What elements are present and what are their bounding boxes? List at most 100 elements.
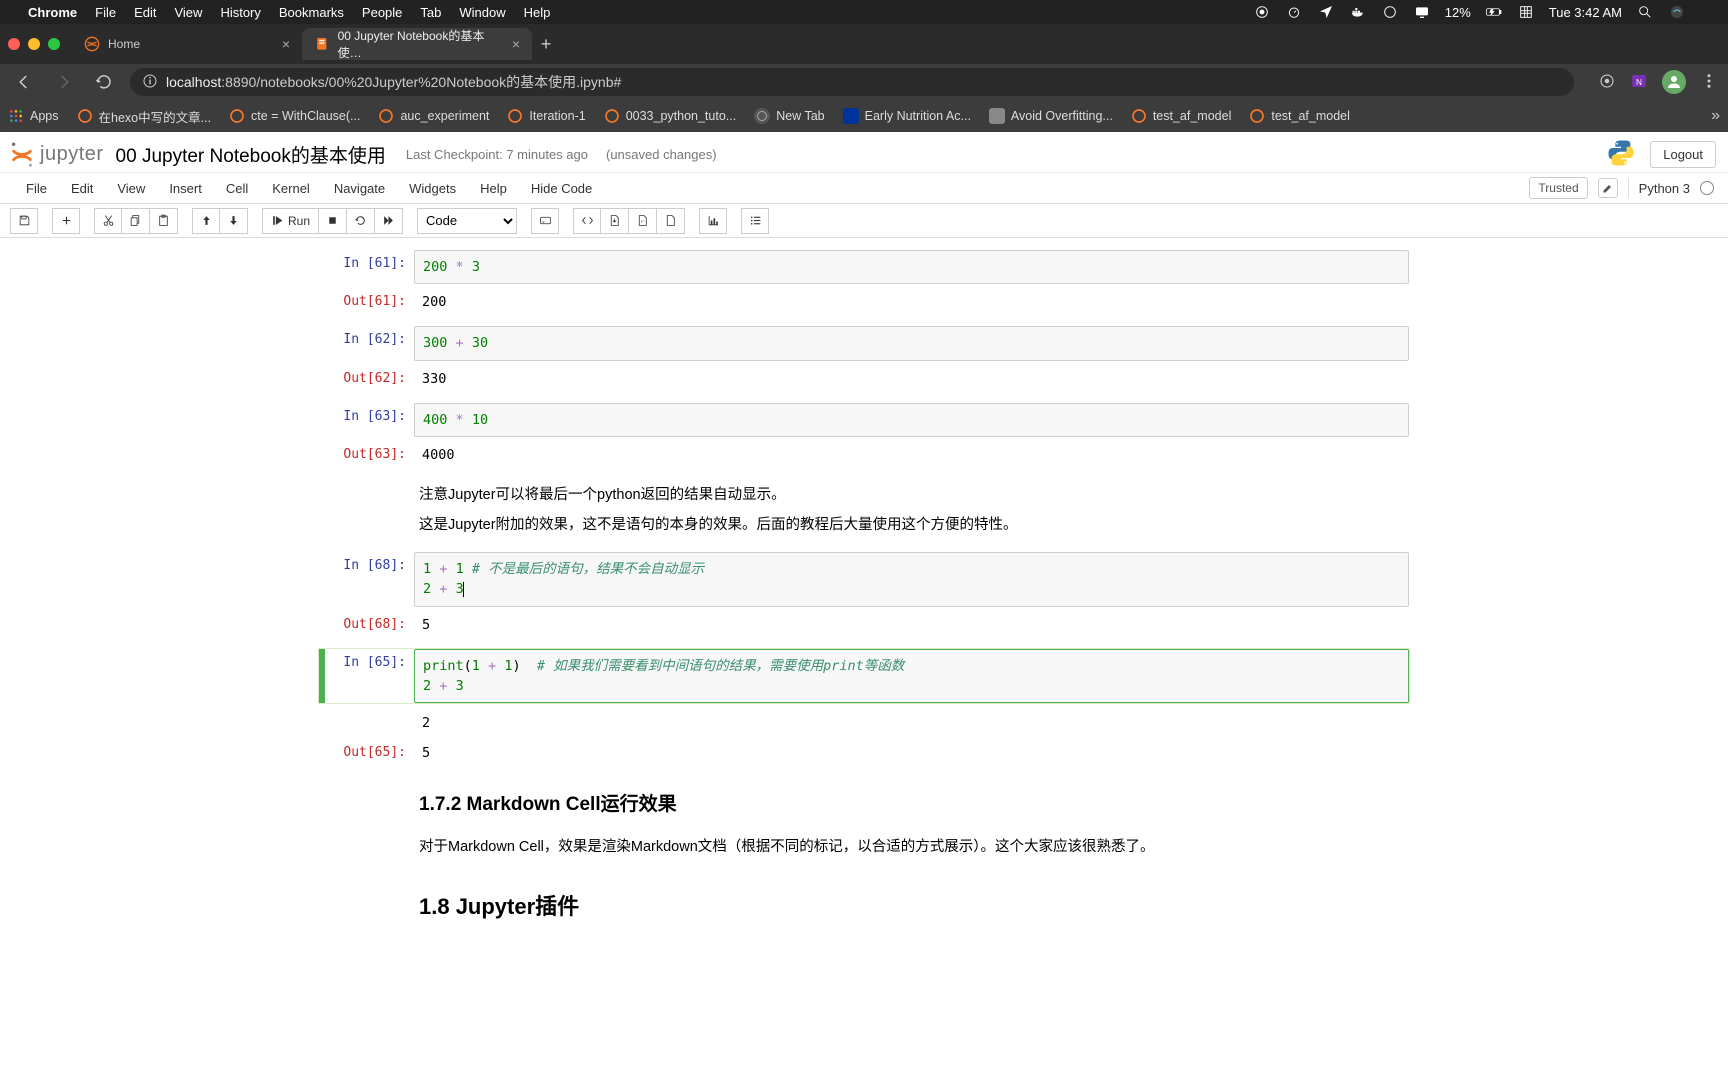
address-bar[interactable]: localhost:8890/notebooks/00%20Jupyter%20… (130, 68, 1574, 96)
download-pdf-button[interactable]: P (629, 208, 657, 234)
kernel-name[interactable]: Python 3 (1639, 181, 1690, 196)
code-input[interactable]: 300 + 30 (414, 326, 1409, 360)
save-button[interactable] (10, 208, 38, 234)
close-tab-icon[interactable]: × (512, 36, 520, 52)
spotlight-icon[interactable] (1636, 3, 1654, 21)
back-button[interactable] (10, 68, 38, 96)
menu-history[interactable]: History (220, 5, 260, 20)
restart-button[interactable] (347, 208, 375, 234)
menu-widgets[interactable]: Widgets (397, 175, 468, 202)
bookmark-item[interactable]: Iteration-1 (507, 108, 585, 124)
location-icon[interactable] (1317, 3, 1335, 21)
new-tab-button[interactable]: + (532, 30, 560, 58)
move-down-button[interactable] (220, 208, 248, 234)
code-cell[interactable]: In [63]:400 * 10 (319, 403, 1409, 437)
notebook-title[interactable]: 00 Jupyter Notebook的基本使用 (116, 141, 386, 168)
docker-icon[interactable] (1349, 3, 1367, 21)
tab-notebook[interactable]: 00 Jupyter Notebook的基本使… × (302, 28, 532, 60)
menu-hidecode[interactable]: Hide Code (519, 175, 604, 202)
code-toggle-button[interactable] (573, 208, 601, 234)
bookmark-item[interactable]: test_af_model (1249, 108, 1350, 124)
onenote-icon[interactable]: N (1630, 72, 1648, 93)
menu-help[interactable]: Help (524, 5, 551, 20)
zoom-window-icon[interactable] (48, 38, 60, 50)
markdown-cell[interactable]: 注意Jupyter可以将最后一个python返回的结果自动显示。这是Jupyte… (319, 483, 1409, 538)
menu-insert[interactable]: Insert (157, 175, 214, 202)
bookmark-item[interactable]: 在hexo中写的文章... (77, 107, 212, 126)
code-input[interactable]: 1 + 1 # 不是最后的语句，结果不会自动显示 2 + 3 (414, 552, 1409, 607)
interrupt-button[interactable] (319, 208, 347, 234)
bookmark-item[interactable]: cte = WithClause(... (229, 108, 360, 124)
kernel-indicator-icon[interactable] (1700, 181, 1714, 195)
code-cell[interactable]: In [61]:200 * 3 (319, 250, 1409, 284)
bookmarks-overflow-icon[interactable]: » (1711, 107, 1720, 125)
bookmark-item[interactable]: Avoid Overfitting... (989, 108, 1113, 124)
paste-button[interactable] (150, 208, 178, 234)
menu-cell[interactable]: Cell (214, 175, 260, 202)
minimize-window-icon[interactable] (28, 38, 40, 50)
profile-avatar[interactable] (1662, 70, 1686, 94)
tray-app-icon[interactable] (1381, 3, 1399, 21)
app-name[interactable]: Chrome (28, 5, 77, 20)
run-button[interactable]: Run (262, 208, 319, 234)
clock[interactable]: Tue 3:42 AM (1549, 5, 1622, 20)
grid-icon[interactable] (1517, 3, 1535, 21)
display-icon[interactable] (1413, 3, 1431, 21)
code-cell[interactable]: In [68]:1 + 1 # 不是最后的语句，结果不会自动显示 2 + 3 (319, 552, 1409, 607)
insert-cell-button[interactable] (52, 208, 80, 234)
menu-bookmarks[interactable]: Bookmarks (279, 5, 344, 20)
edit-metadata-button[interactable] (1598, 178, 1618, 198)
cell-type-select[interactable]: Code (417, 208, 517, 234)
markdown-cell[interactable]: 1.8 Jupyter插件 (319, 888, 1409, 925)
trusted-badge[interactable]: Trusted (1529, 177, 1587, 199)
reload-button[interactable] (90, 68, 118, 96)
code-input[interactable]: print(1 + 1) # 如果我们需要看到中间语句的结果，需要使用print… (414, 649, 1409, 704)
timer-icon[interactable] (1285, 3, 1303, 21)
menu-view[interactable]: View (174, 5, 202, 20)
menu-view[interactable]: View (105, 175, 157, 202)
close-tab-icon[interactable]: × (282, 36, 290, 52)
menu-kernel[interactable]: Kernel (260, 175, 322, 202)
cut-button[interactable] (94, 208, 122, 234)
download-html-button[interactable] (657, 208, 685, 234)
copy-button[interactable] (122, 208, 150, 234)
record-icon[interactable] (1253, 3, 1271, 21)
code-input[interactable]: 400 * 10 (414, 403, 1409, 437)
bookmark-item[interactable]: auc_experiment (378, 108, 489, 124)
markdown-cell[interactable]: 对于Markdown Cell，效果是渲染Markdown文档（根据不同的标记，… (319, 835, 1409, 860)
restart-run-all-button[interactable] (375, 208, 403, 234)
site-info-icon[interactable] (142, 73, 158, 92)
menu-navigate[interactable]: Navigate (322, 175, 397, 202)
command-palette-button[interactable] (531, 208, 559, 234)
code-cell[interactable]: In [65]:print(1 + 1) # 如果我们需要看到中间语句的结果，需… (319, 649, 1409, 704)
tab-home[interactable]: Home × (72, 28, 302, 60)
toc-button[interactable] (741, 208, 769, 234)
download-latex-button[interactable] (601, 208, 629, 234)
menu-tab[interactable]: Tab (420, 5, 441, 20)
menu-edit[interactable]: Edit (59, 175, 105, 202)
bookmark-item[interactable]: New Tab (754, 108, 824, 124)
menu-edit[interactable]: Edit (134, 5, 156, 20)
bookmark-item[interactable]: Early Nutrition Ac... (843, 108, 971, 124)
menu-file[interactable]: File (95, 5, 116, 20)
close-window-icon[interactable] (8, 38, 20, 50)
chrome-menu-icon[interactable] (1700, 72, 1718, 93)
bookmark-item[interactable]: 0033_python_tuto... (604, 108, 737, 124)
bookmark-item[interactable]: test_af_model (1131, 108, 1232, 124)
notebook-container[interactable]: In [61]:200 * 3Out[61]:200In [62]:300 + … (0, 238, 1728, 1080)
extension-icon[interactable] (1598, 72, 1616, 93)
chart-button[interactable] (699, 208, 727, 234)
jupyter-logo[interactable]: jupyter (8, 140, 104, 168)
battery-charging-icon[interactable] (1485, 3, 1503, 21)
markdown-cell[interactable]: 1.7.2 Markdown Cell运行效果 (319, 789, 1409, 821)
siri-icon[interactable] (1668, 3, 1686, 21)
forward-button[interactable] (50, 68, 78, 96)
notifications-icon[interactable] (1700, 3, 1718, 21)
window-controls[interactable] (8, 38, 60, 50)
menu-file[interactable]: File (14, 175, 59, 202)
code-cell[interactable]: In [62]:300 + 30 (319, 326, 1409, 360)
code-input[interactable]: 200 * 3 (414, 250, 1409, 284)
bookmark-apps[interactable]: Apps (8, 108, 59, 124)
logout-button[interactable]: Logout (1650, 141, 1716, 168)
menu-window[interactable]: Window (459, 5, 505, 20)
